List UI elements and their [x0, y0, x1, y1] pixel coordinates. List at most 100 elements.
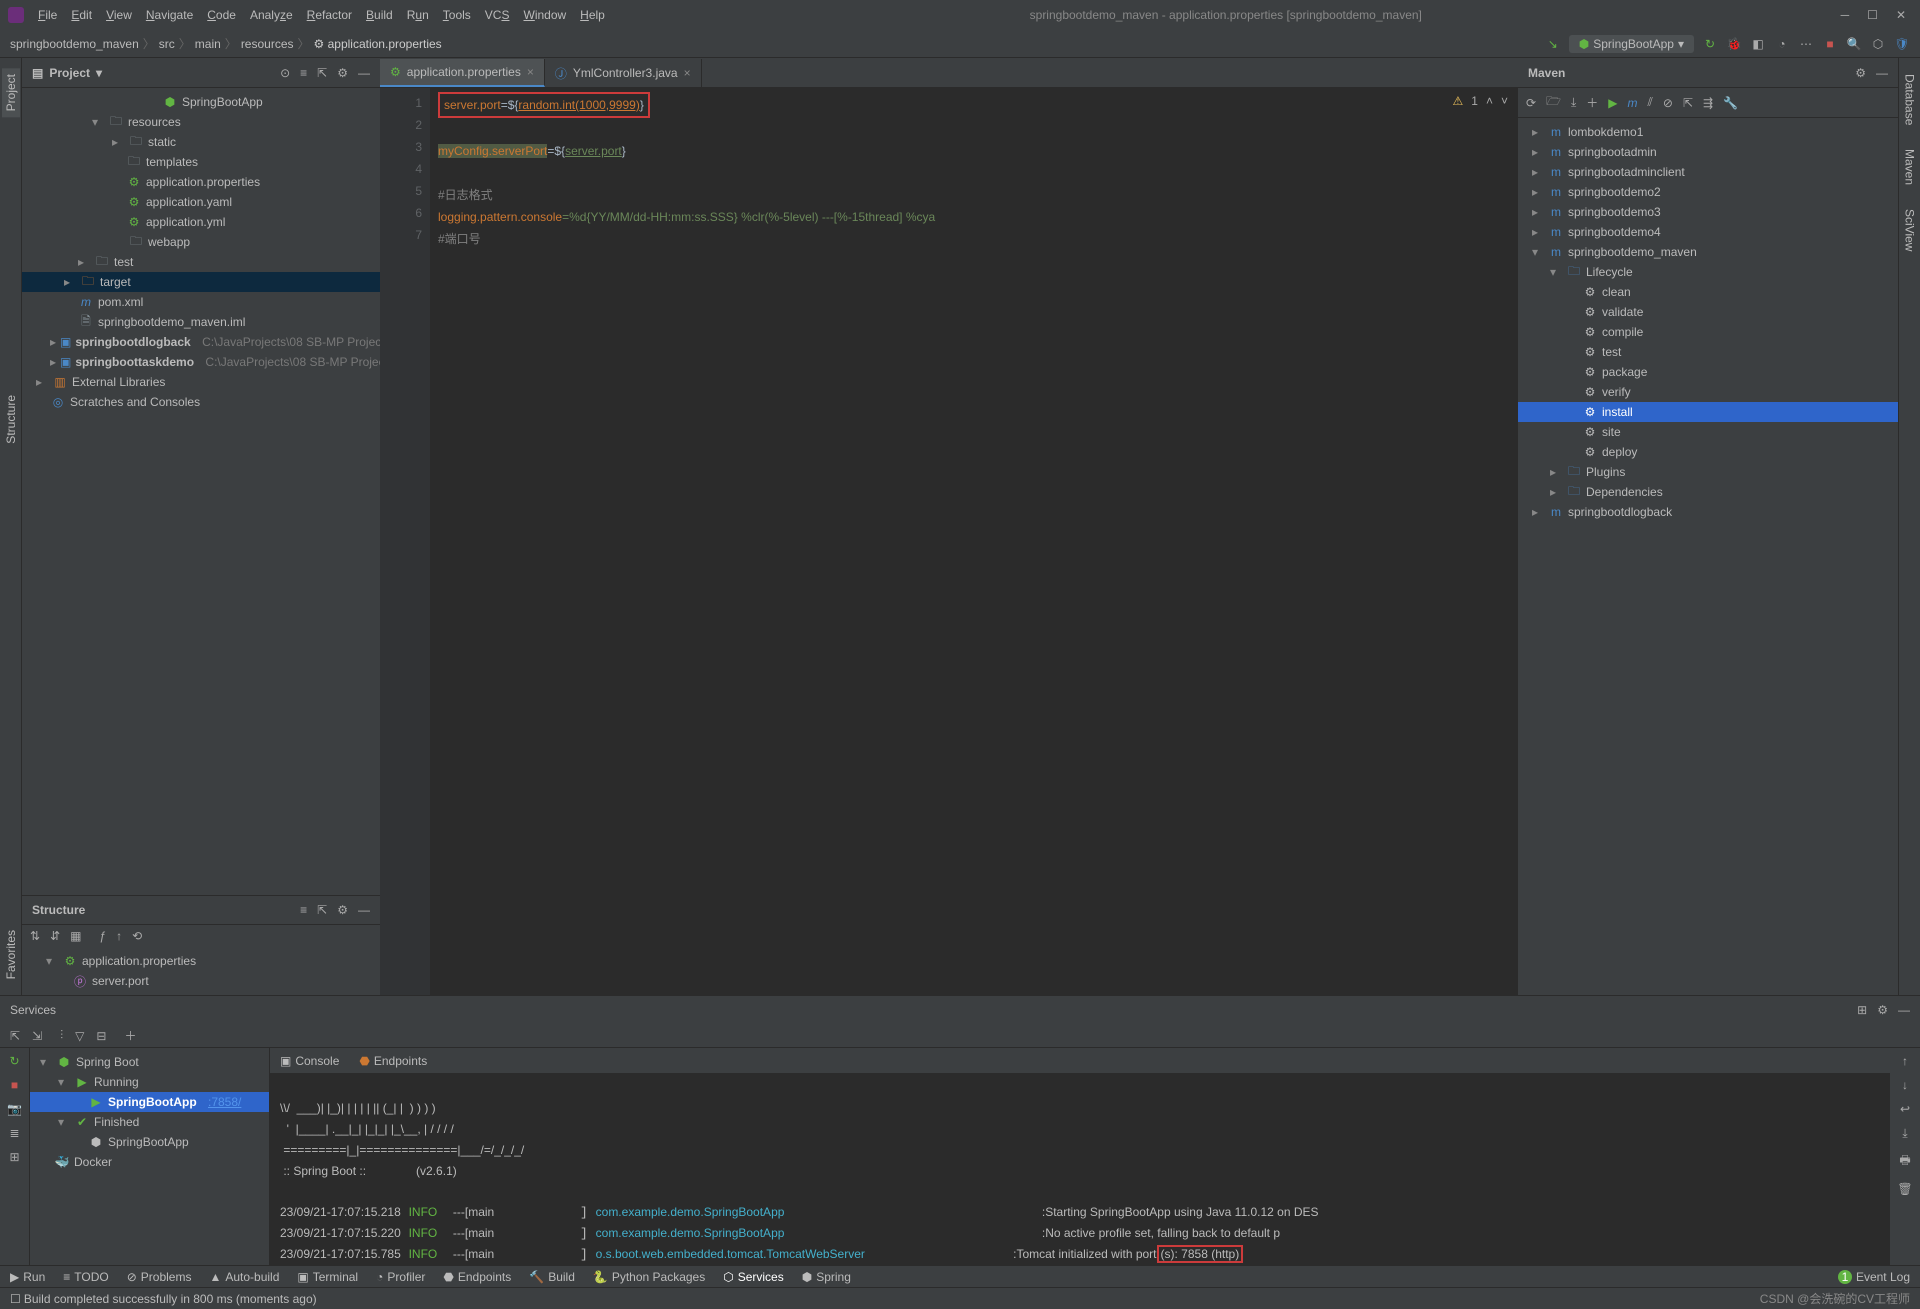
soft-wrap-icon[interactable]: ↩	[1900, 1102, 1910, 1116]
service-status[interactable]: ▾✔Finished	[30, 1112, 269, 1132]
tree-folder[interactable]: 🗀webapp	[22, 232, 380, 252]
maximize-icon[interactable]: ☐	[1867, 8, 1878, 22]
side-tab-database[interactable]: Database	[1901, 68, 1919, 131]
hide-icon[interactable]: —	[1898, 1003, 1910, 1017]
editor-tab[interactable]: ⒿYmlController3.java×	[545, 59, 702, 87]
scroll-up-icon[interactable]: ↑	[1902, 1054, 1908, 1068]
maven-project[interactable]: ▸mlombokdemo1	[1518, 122, 1898, 142]
maven-goal[interactable]: validate	[1518, 302, 1898, 322]
build-icon[interactable]: ↘	[1545, 36, 1561, 52]
toggle-offline-icon[interactable]: ⫽	[1648, 95, 1653, 110]
maven-project[interactable]: ▸mspringbootdemo2	[1518, 182, 1898, 202]
layout-icon[interactable]: ⊞	[1857, 1003, 1867, 1017]
gear-icon[interactable]: ⚙	[1855, 66, 1866, 80]
tree-file[interactable]: ⚙application.properties	[22, 172, 380, 192]
breadcrumb-item[interactable]: src	[159, 37, 175, 51]
code-editor[interactable]: 1234567 server.port=${random.int(1000,99…	[380, 88, 1518, 995]
menu-navigate[interactable]: Navigate	[140, 6, 199, 24]
add-icon[interactable]: ＋	[1586, 94, 1598, 111]
maven-goal[interactable]: clean	[1518, 282, 1898, 302]
shield-icon[interactable]: 🛡	[1894, 36, 1910, 52]
stop-icon[interactable]: ■	[11, 1078, 18, 1092]
rerun-icon[interactable]: ↻	[1702, 36, 1718, 52]
maven-goal[interactable]: install	[1518, 402, 1898, 422]
structure-icon[interactable]: ≣	[9, 1126, 19, 1140]
rerun-icon[interactable]: ↻	[9, 1054, 19, 1068]
maven-goal[interactable]: compile	[1518, 322, 1898, 342]
menu-edit[interactable]: Edit	[65, 6, 98, 24]
tree-folder[interactable]: ▸🗀target	[22, 272, 380, 292]
maven-lifecycle[interactable]: ▾🗀Lifecycle	[1518, 262, 1898, 282]
tree-folder[interactable]: ▸🗀static	[22, 132, 380, 152]
expand-all-icon[interactable]: ≡	[300, 66, 307, 80]
expand-icon[interactable]: ≡	[300, 903, 307, 917]
tree-file[interactable]: 🗎springbootdemo_maven.iml	[22, 312, 380, 332]
show-inherited-icon[interactable]: ↑	[116, 929, 122, 943]
side-tab-maven[interactable]: Maven	[1901, 143, 1919, 191]
structure-root[interactable]: ▾⚙application.properties	[22, 951, 380, 971]
attach-icon[interactable]: ⋯	[1798, 36, 1814, 52]
tree-module[interactable]: ▸▣springboottaskdemo C:\JavaProjects\08 …	[22, 352, 380, 372]
tree-file[interactable]: ⚙application.yaml	[22, 192, 380, 212]
maven-project[interactable]: ▸mspringbootdlogback	[1518, 502, 1898, 522]
breadcrumb-item[interactable]: resources	[241, 37, 294, 51]
search-icon[interactable]: 🔍	[1846, 36, 1862, 52]
show-deps-icon[interactable]: ⇶	[1703, 96, 1713, 110]
tw-todo[interactable]: ≡TODO	[63, 1270, 108, 1284]
maven-goal[interactable]: package	[1518, 362, 1898, 382]
side-tab-favorites[interactable]: Favorites	[2, 924, 20, 985]
maven-deps[interactable]: ▸🗀Dependencies	[1518, 482, 1898, 502]
maven-plugins[interactable]: ▸🗀Plugins	[1518, 462, 1898, 482]
maven-project[interactable]: ▸mspringbootadmin	[1518, 142, 1898, 162]
add-service-icon[interactable]: ＋	[124, 1027, 136, 1044]
service-app[interactable]: ▶SpringBootApp :7858/	[30, 1092, 269, 1112]
run-config-selector[interactable]: ⬢ SpringBootApp ▾	[1569, 35, 1694, 53]
next-highlight-icon[interactable]: ˅	[1501, 94, 1508, 108]
collapse-all-icon[interactable]: ⇲	[32, 1029, 42, 1043]
minimize-icon[interactable]: ─	[1841, 8, 1850, 22]
breadcrumb-item[interactable]: ⚙ application.properties	[314, 37, 442, 51]
generate-icon[interactable]: 🗁	[1546, 92, 1561, 113]
port-link[interactable]: :7858/	[208, 1095, 241, 1109]
maven-goal[interactable]: site	[1518, 422, 1898, 442]
warning-icon[interactable]: ⚠	[1453, 94, 1464, 108]
tree-folder[interactable]: ▾🗀resources	[22, 112, 380, 132]
menu-window[interactable]: Window	[517, 6, 572, 24]
service-category[interactable]: ▾⬢Spring Boot	[30, 1052, 269, 1072]
breadcrumb-item[interactable]: springbootdemo_maven	[10, 37, 139, 51]
menu-vcs[interactable]: VCS	[479, 6, 516, 24]
menu-code[interactable]: Code	[201, 6, 242, 24]
menu-run[interactable]: Run	[401, 6, 435, 24]
hide-icon[interactable]: —	[1876, 66, 1888, 80]
gear-icon[interactable]: ⚙	[1877, 1003, 1888, 1017]
debug-icon[interactable]: 🐞	[1726, 36, 1742, 52]
side-tab-structure[interactable]: Structure	[2, 389, 20, 450]
service-app[interactable]: ⬢SpringBootApp	[30, 1132, 269, 1152]
sort-visibility-icon[interactable]: ⇵	[50, 929, 60, 943]
tw-event-log[interactable]: 1Event Log	[1838, 1270, 1910, 1284]
run-config-row[interactable]: ⬢SpringBootApp	[22, 92, 380, 112]
tree-icon[interactable]: ⊞	[9, 1150, 19, 1164]
editor-tab[interactable]: ⚙application.properties×	[380, 59, 545, 87]
gear-icon[interactable]: ⚙	[337, 66, 348, 80]
wrench-icon[interactable]: 🔧	[1723, 96, 1738, 110]
maven-goal[interactable]: test	[1518, 342, 1898, 362]
expand-all-icon[interactable]: ⇱	[10, 1029, 20, 1043]
autoscroll-icon[interactable]: ⟲	[132, 929, 142, 943]
close-tab-icon[interactable]: ×	[684, 66, 691, 80]
maven-goal[interactable]: verify	[1518, 382, 1898, 402]
maven-project[interactable]: ▸mspringbootadminclient	[1518, 162, 1898, 182]
group-icon[interactable]: ▦	[70, 929, 81, 943]
tree-module[interactable]: ▸▣springbootdlogback C:\JavaProjects\08 …	[22, 332, 380, 352]
service-status[interactable]: ▾▶Running	[30, 1072, 269, 1092]
breadcrumb-item[interactable]: main	[195, 37, 221, 51]
menu-analyze[interactable]: Analyze	[244, 6, 299, 24]
reload-icon[interactable]: ⟳	[1526, 96, 1536, 110]
execute-icon[interactable]: m	[1628, 96, 1638, 110]
collapse-icon[interactable]: ⇱	[1683, 96, 1693, 110]
download-icon[interactable]: ⤓	[1571, 95, 1576, 110]
collapse-all-icon[interactable]: ⇱	[317, 66, 327, 80]
group-icon[interactable]: ⫶	[60, 1028, 63, 1043]
collapse-icon[interactable]: ⇱	[317, 903, 327, 917]
tw-problems[interactable]: ⊘Problems	[127, 1270, 192, 1284]
